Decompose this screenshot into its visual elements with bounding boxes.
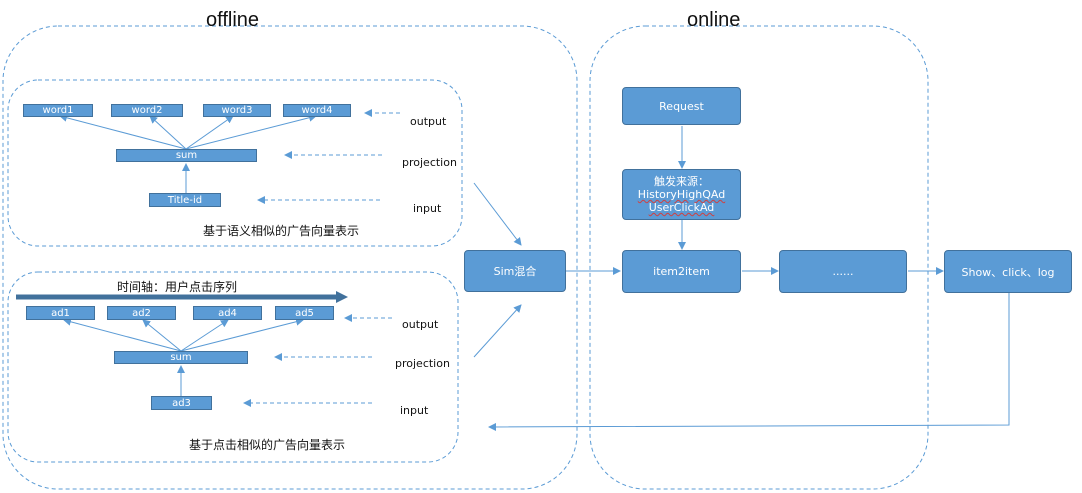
word-group-caption: 基于语义相似的广告向量表示	[203, 224, 360, 238]
word-projection-label: projection	[402, 156, 457, 169]
timeline-arrowhead	[336, 291, 348, 303]
ad-output-label: output	[402, 318, 439, 331]
arrow-word-group-to-sim	[473, 182, 522, 246]
title-id-node: Title-id	[149, 193, 221, 207]
sim-merge-node: Sim混合	[464, 250, 566, 292]
ad1-node: ad1	[26, 306, 95, 320]
ad4-node: ad4	[193, 306, 262, 320]
word1-node: word1	[23, 104, 93, 117]
ad-projection-label: projection	[395, 357, 450, 370]
online-title: online	[687, 9, 741, 31]
word-input-label: input	[413, 202, 442, 215]
word3-node: word3	[203, 104, 271, 117]
item2item-node: item2item	[622, 250, 741, 293]
ad-group-container	[7, 271, 459, 463]
ad-sum-node: sum	[114, 351, 248, 364]
show-click-log-node: Show、click、log	[944, 250, 1072, 293]
diagram-canvas	[2, 25, 1010, 490]
feedback-loop-arrow	[488, 293, 1010, 431]
offline-title: offline	[206, 9, 260, 31]
ad-input-label: input	[400, 404, 429, 417]
ad5-node: ad5	[275, 306, 334, 320]
word-output-label: output	[410, 115, 447, 128]
trigger-source-node: 触发来源： HistoryHighQAd UserClickAd	[622, 169, 741, 220]
timeline-label: 时间轴：用户点击序列	[117, 280, 238, 294]
word2-node: word2	[111, 104, 183, 117]
arrow-sum-to-ad5	[180, 317, 304, 352]
arrow-sum-to-ad4	[180, 319, 229, 352]
arrow-sum-to-word3	[185, 115, 234, 150]
word4-node: word4	[283, 104, 351, 117]
arrow-sum-to-ad1	[63, 317, 182, 352]
trigger-source-userclick: UserClickAd	[648, 201, 715, 214]
word-sum-node: sum	[116, 149, 257, 162]
request-node: Request	[622, 87, 741, 125]
ad-group-caption: 基于点击相似的广告向量表示	[189, 438, 346, 452]
arrow-ad-group-to-sim	[473, 304, 522, 358]
ad3-node: ad3	[151, 396, 212, 410]
arrow-sum-to-word1	[59, 113, 187, 150]
trigger-source-history: HistoryHighQAd	[637, 188, 726, 201]
ad2-node: ad2	[107, 306, 176, 320]
arrow-sum-to-word4	[185, 113, 317, 150]
next-step-node: ......	[779, 250, 907, 293]
trigger-source-title: 触发来源：	[654, 175, 709, 188]
